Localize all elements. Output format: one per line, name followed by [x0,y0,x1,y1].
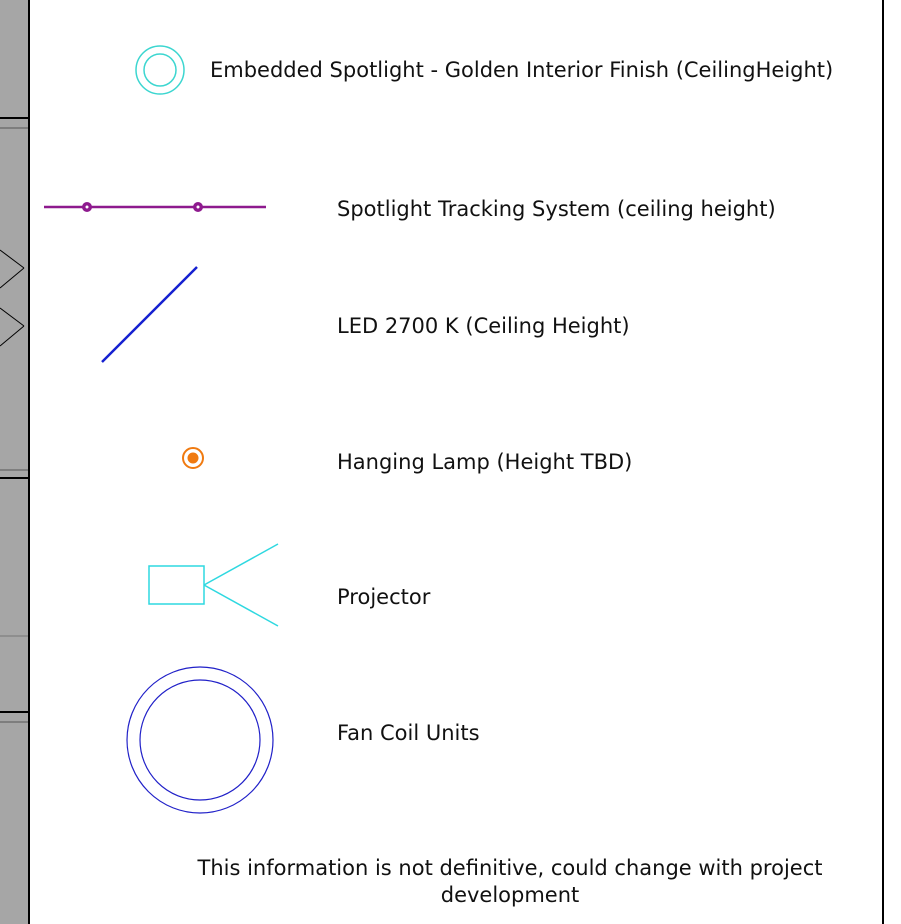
embedded-spotlight-icon [135,45,185,95]
legend-label-projector: Projector [337,585,431,609]
disclaimer-note: This information is not definitive, coul… [197,856,823,907]
fan-coil-unit-icon [126,666,274,814]
legend-label-led-strip: LED 2700 K (Ceiling Height) [337,314,630,338]
legend-label-fan-coil-unit: Fan Coil Units [337,721,480,745]
legend-label-spotlight-track: Spotlight Tracking System (ceiling heigh… [337,197,776,221]
led-strip-icon [101,266,198,363]
projector-icon [148,543,279,627]
legend-label-hanging-lamp: Hanging Lamp (Height TBD) [337,450,633,474]
legend-canvas: Embedded Spotlight - Golden Interior Fin… [0,0,901,924]
legend-label-embedded-spotlight: Embedded Spotlight - Golden Interior Fin… [210,58,834,82]
hanging-lamp-icon [182,447,204,469]
spotlight-track-icon [44,202,266,212]
